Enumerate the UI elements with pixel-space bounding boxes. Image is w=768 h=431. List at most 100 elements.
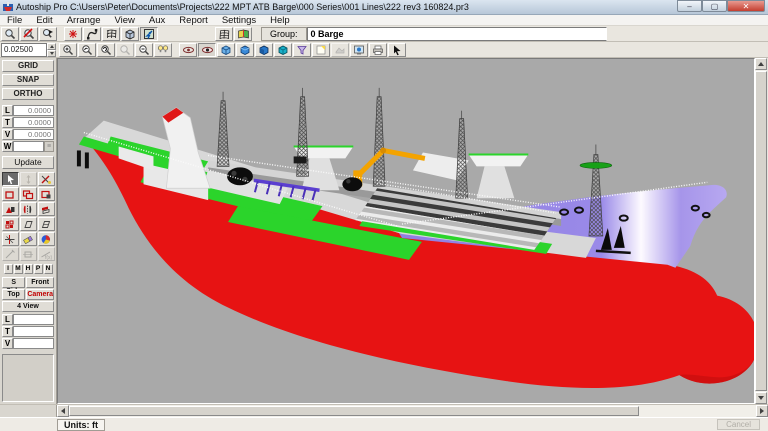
crop-tool[interactable]: [19, 247, 37, 261]
group-tool[interactable]: [1, 217, 19, 231]
vertical-scrollbar[interactable]: [755, 58, 767, 404]
vertical-scroll-thumb[interactable]: [755, 71, 767, 391]
menu-report[interactable]: Report: [172, 15, 215, 26]
snap-down-icon[interactable]: [47, 49, 56, 57]
snap-value[interactable]: 0.02500: [1, 42, 47, 57]
status-bar: Units: ft Cancel: [0, 417, 768, 431]
menu-view[interactable]: View: [108, 15, 142, 26]
zoom-out-icon[interactable]: [135, 42, 153, 57]
render-solid-icon[interactable]: [274, 42, 292, 57]
mode-n-button[interactable]: N: [43, 264, 53, 274]
move-tool[interactable]: [19, 172, 37, 186]
color-book-icon[interactable]: [234, 26, 252, 41]
mask-icon[interactable]: [331, 42, 349, 57]
lights-icon[interactable]: [154, 42, 172, 57]
visibility-on-icon[interactable]: [198, 42, 216, 57]
select-tool[interactable]: [1, 172, 19, 186]
mode-p-button[interactable]: P: [33, 264, 43, 274]
grid-button[interactable]: GRID: [2, 60, 54, 72]
filter-icon[interactable]: [293, 42, 311, 57]
ortho-button[interactable]: ORTHO: [2, 88, 54, 100]
zoom-in-icon[interactable]: [59, 42, 77, 57]
render-view-icon[interactable]: [350, 42, 368, 57]
color-tool[interactable]: [37, 232, 55, 246]
zoom-pointer-icon[interactable]: [39, 26, 57, 41]
menu-help[interactable]: Help: [263, 15, 297, 26]
horizontal-scrollbar[interactable]: [0, 404, 768, 417]
coord-t-field[interactable]: 0.0000: [13, 117, 54, 128]
lower-t-field[interactable]: [13, 326, 54, 337]
copy-surface-tool[interactable]: [19, 187, 37, 201]
coord-w-button[interactable]: ≡: [44, 141, 54, 152]
axis-tool[interactable]: [1, 232, 19, 246]
render-wire-icon[interactable]: [217, 42, 235, 57]
view-s-side-button[interactable]: S Side: [2, 277, 26, 295]
coord-v-label: V: [2, 129, 13, 140]
zoom-window-icon[interactable]: [78, 42, 96, 57]
group-field[interactable]: 0 Barge: [306, 26, 607, 41]
eraser-tool[interactable]: [19, 232, 37, 246]
menu-edit[interactable]: Edit: [29, 15, 59, 26]
coord-l-field[interactable]: 0.0000: [13, 105, 54, 116]
dimension-tool[interactable]: f(x): [37, 247, 55, 261]
note-icon[interactable]: [312, 42, 330, 57]
mode-h-button[interactable]: H: [23, 264, 33, 274]
main-toolbar: Group: 0 Barge: [0, 26, 768, 42]
menu-file[interactable]: File: [0, 15, 29, 26]
mode-buttons: I M H P N: [2, 264, 54, 274]
offset-tool[interactable]: [37, 202, 55, 216]
measure-tool[interactable]: [1, 247, 19, 261]
cursor-icon[interactable]: [388, 42, 406, 57]
mirror-tool[interactable]: [19, 202, 37, 216]
minimize-button[interactable]: –: [677, 0, 702, 12]
mode-m-button[interactable]: M: [13, 264, 23, 274]
scroll-left-icon[interactable]: [57, 405, 69, 417]
menu-arrange[interactable]: Arrange: [60, 15, 108, 26]
skin-tool[interactable]: [37, 217, 55, 231]
snap-button[interactable]: SNAP: [2, 74, 54, 86]
plane-tool[interactable]: [19, 217, 37, 231]
viewport-3d[interactable]: [57, 58, 755, 404]
surface-tool-icon[interactable]: [102, 26, 120, 41]
surfaces-manager-icon[interactable]: [215, 26, 233, 41]
coord-w-field[interactable]: [13, 141, 44, 152]
print-icon[interactable]: [369, 42, 387, 57]
tool-palette: f(x): [1, 172, 55, 261]
edit-surface-tool[interactable]: [37, 187, 55, 201]
scroll-up-icon[interactable]: [755, 58, 767, 70]
snap-spinner[interactable]: 0.02500: [1, 42, 56, 57]
scroll-down-icon[interactable]: [755, 392, 767, 404]
view-top-button[interactable]: Top: [2, 289, 26, 300]
snap-up-icon[interactable]: [47, 42, 56, 50]
render-shade-icon[interactable]: [255, 42, 273, 57]
zoom-extents-icon[interactable]: [116, 42, 134, 57]
point-tool-icon[interactable]: [64, 26, 82, 41]
view-camera-button[interactable]: Camera: [26, 289, 54, 300]
trim-tool[interactable]: [37, 172, 55, 186]
visibility-icon[interactable]: [179, 42, 197, 57]
coord-v-field[interactable]: 0.0000: [13, 129, 54, 140]
solid-tool-icon[interactable]: [121, 26, 139, 41]
mode-i-button[interactable]: I: [3, 264, 13, 274]
close-button[interactable]: ✕: [727, 0, 765, 12]
menu-aux[interactable]: Aux: [142, 15, 172, 26]
lower-v-field[interactable]: [13, 338, 54, 349]
curve-tool-icon[interactable]: [83, 26, 101, 41]
scroll-right-icon[interactable]: [756, 405, 768, 417]
view-4view-button[interactable]: 4 View: [2, 301, 54, 312]
menu-settings[interactable]: Settings: [215, 15, 263, 26]
zoom-cancel-icon[interactable]: [20, 26, 38, 41]
rotate-tool[interactable]: [1, 202, 19, 216]
update-button[interactable]: Update: [2, 156, 54, 169]
view-front-button[interactable]: Front: [26, 277, 54, 288]
zoom-rotate-icon[interactable]: [97, 42, 115, 57]
maximize-button[interactable]: ▢: [702, 0, 727, 12]
lower-l-field[interactable]: [13, 314, 54, 325]
render-hidden-icon[interactable]: [236, 42, 254, 57]
cancel-button[interactable]: Cancel: [717, 419, 760, 430]
zoom-select-icon[interactable]: [1, 26, 19, 41]
new-surface-tool[interactable]: [1, 187, 19, 201]
autoship-window: Autoship Pro C:\Users\Peter\Documents\Pr…: [0, 0, 768, 431]
select-mode-icon[interactable]: [140, 26, 158, 41]
horizontal-scroll-thumb[interactable]: [69, 406, 639, 416]
